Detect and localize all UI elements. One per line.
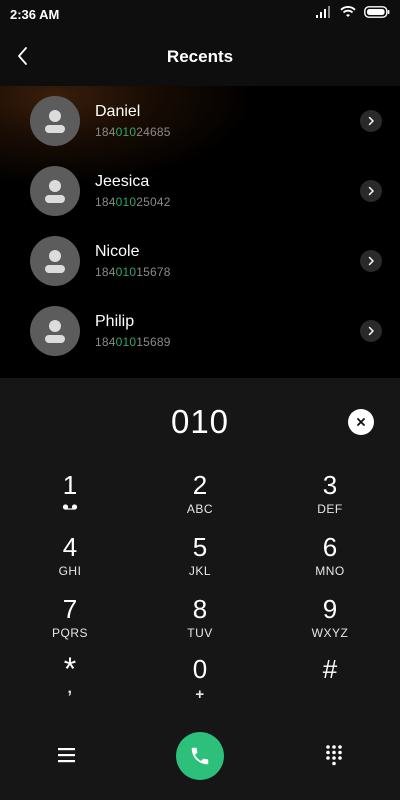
- key-digit: #: [322, 654, 338, 684]
- key-letters: MNO: [315, 564, 345, 578]
- key-digit: 1: [62, 470, 78, 500]
- recent-contact-row[interactable]: Jeesica 18401025042: [0, 156, 400, 226]
- key-digit: 5: [192, 532, 208, 562]
- status-time: 2:36 AM: [10, 7, 60, 22]
- close-icon: [357, 418, 365, 426]
- dialpad-icon: [326, 745, 342, 766]
- key-digit: 9: [322, 594, 338, 624]
- key-digit: 0: [192, 654, 208, 684]
- key-9[interactable]: 9 WXYZ: [280, 594, 380, 652]
- clear-button[interactable]: [348, 409, 374, 435]
- recent-contact-row[interactable]: Nicole 18401015678: [0, 226, 400, 296]
- avatar: [30, 96, 80, 146]
- key-7[interactable]: 7 PQRS: [20, 594, 120, 652]
- recent-contact-row[interactable]: Daniel 18401024685: [0, 86, 400, 156]
- recent-contact-row[interactable]: Philip 18401015689: [0, 296, 400, 366]
- contact-name: Daniel: [95, 103, 141, 120]
- key-6[interactable]: 6 MNO: [280, 532, 380, 590]
- contact-detail-button[interactable]: [360, 250, 382, 272]
- battery-icon: [364, 6, 390, 18]
- voicemail-icon: [62, 504, 78, 510]
- contact-name: Jeesica: [95, 173, 150, 190]
- chevron-right-icon: [368, 186, 374, 196]
- person-icon: [45, 180, 65, 203]
- menu-button[interactable]: [56, 745, 78, 765]
- contact-name: Nicole: [95, 243, 140, 260]
- dialed-number: 010: [170, 403, 230, 440]
- chevron-right-icon: [368, 256, 374, 266]
- key-letters: ,: [67, 680, 73, 697]
- menu-icon: [58, 748, 75, 763]
- chevron-right-icon: [368, 326, 374, 336]
- contact-number: 18401024685: [95, 125, 171, 139]
- contact-name: Philip: [95, 313, 135, 330]
- chevron-right-icon: [368, 116, 374, 126]
- dialer-panel: 010 1 2 ABC 3 DEF 4 GHI 5 JKL 6 MNO 7 PQ…: [0, 378, 400, 800]
- key-hash[interactable]: #: [280, 654, 380, 712]
- key-digit: 8: [192, 594, 208, 624]
- key-0[interactable]: 0 +: [150, 654, 250, 712]
- signal-icon: [316, 6, 330, 18]
- contact-detail-button[interactable]: [360, 110, 382, 132]
- key-digit: 7: [62, 594, 78, 624]
- key-letters: DEF: [317, 502, 343, 516]
- person-icon: [45, 250, 65, 273]
- call-button[interactable]: [176, 732, 224, 780]
- avatar: [30, 306, 80, 356]
- hide-keypad-button[interactable]: [324, 744, 344, 766]
- key-2[interactable]: 2 ABC: [150, 470, 250, 528]
- key-letters: GHI: [58, 564, 82, 578]
- dialer-bottom-bar: [0, 728, 400, 782]
- recents-list: Daniel 18401024685 Jeesica 18401025042 N…: [0, 86, 400, 378]
- avatar: [30, 236, 80, 286]
- status-icons: [316, 6, 390, 18]
- contact-number: 18401015678: [95, 265, 171, 279]
- key-1[interactable]: 1: [20, 470, 120, 528]
- contact-detail-button[interactable]: [360, 320, 382, 342]
- key-3[interactable]: 3 DEF: [280, 470, 380, 528]
- key-5[interactable]: 5 JKL: [150, 532, 250, 590]
- key-star[interactable]: * ,: [20, 653, 120, 712]
- key-letters: ABC: [186, 502, 214, 516]
- key-digit: 4: [62, 532, 78, 562]
- key-8[interactable]: 8 TUV: [150, 594, 250, 652]
- contact-number: 18401025042: [95, 195, 171, 209]
- key-4[interactable]: 4 GHI: [20, 532, 120, 590]
- avatar: [30, 166, 80, 216]
- page-title: Recents: [166, 47, 234, 66]
- key-digit: 2: [192, 470, 208, 500]
- key-digit: 3: [322, 470, 338, 500]
- key-letters: +: [195, 686, 205, 703]
- person-icon: [45, 110, 65, 133]
- key-letters: PQRS: [51, 626, 88, 640]
- key-letters: JKL: [188, 564, 212, 578]
- contact-number: 18401015689: [95, 335, 171, 349]
- wifi-icon: [340, 6, 356, 17]
- status-bar: 2:36 AM: [0, 0, 400, 28]
- phone-icon: [191, 747, 209, 765]
- person-icon: [45, 320, 65, 343]
- header: Recents: [0, 28, 400, 86]
- key-letters: TUV: [187, 626, 213, 640]
- key-digit: 6: [322, 532, 338, 562]
- contact-detail-button[interactable]: [360, 180, 382, 202]
- key-letters: WXYZ: [311, 626, 349, 640]
